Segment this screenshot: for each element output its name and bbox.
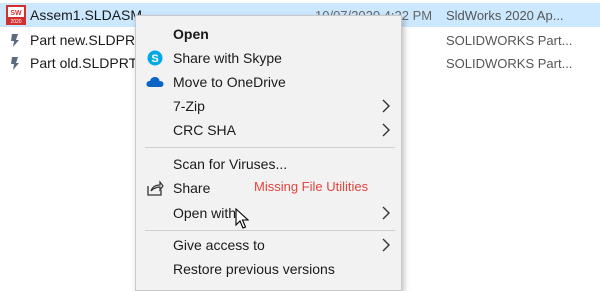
menu-item-label: Restore previous versions	[173, 261, 335, 277]
skype-icon: S	[146, 49, 164, 67]
menu-item-label: Give access to	[173, 237, 265, 253]
share-icon	[146, 179, 164, 197]
app-badge-line1: SW	[10, 10, 22, 17]
onedrive-icon	[146, 73, 164, 91]
file-type: SOLIDWORKS Part...	[446, 55, 573, 71]
chevron-right-icon	[381, 206, 391, 220]
file-name: Part new.SLDPRT	[30, 32, 144, 48]
chevron-right-icon	[381, 99, 391, 113]
mouse-cursor-icon	[235, 207, 250, 230]
menu-separator	[145, 230, 395, 231]
menu-item-restore-versions[interactable]: Restore previous versions	[136, 257, 401, 281]
menu-item-label: Scan for Viruses...	[173, 156, 288, 172]
file-name: Part old.SLDPRT	[30, 55, 138, 71]
menu-item-crc-sha[interactable]: CRC SHA	[136, 118, 401, 142]
solidworks-part-icon	[6, 30, 26, 50]
menu-item-label: Share	[173, 180, 211, 196]
file-type: SldWorks 2020 Ap...	[446, 7, 564, 23]
menu-item-7zip[interactable]: 7-Zip	[136, 94, 401, 118]
annotation-label: Missing File Utilities	[254, 179, 369, 194]
menu-item-label: Open	[173, 26, 209, 42]
chevron-right-icon	[381, 123, 391, 137]
menu-item-label: CRC SHA	[173, 122, 237, 138]
menu-item-open-with[interactable]: Open with	[136, 201, 401, 225]
menu-item-label: Share with Skype	[173, 50, 282, 66]
menu-item-move-onedrive[interactable]: Move to OneDrive	[136, 70, 401, 94]
menu-item-label: Move to OneDrive	[173, 74, 286, 90]
menu-separator	[145, 147, 395, 148]
menu-item-open[interactable]: Open	[136, 22, 401, 46]
app-badge-line2: 2020	[10, 19, 21, 25]
svg-text:S: S	[151, 53, 158, 65]
solidworks-assembly-icon: SW 2020	[6, 5, 26, 25]
menu-item-scan-viruses[interactable]: Scan for Viruses...	[136, 152, 401, 176]
file-name: Assem1.SLDASM	[30, 7, 143, 23]
chevron-right-icon	[381, 238, 391, 252]
menu-item-share-skype[interactable]: S Share with Skype	[136, 46, 401, 70]
context-menu: Open S Share with Skype Move to OneDrive…	[135, 15, 402, 291]
menu-item-label: 7-Zip	[173, 98, 205, 114]
file-type: SOLIDWORKS Part...	[446, 32, 573, 48]
menu-item-label: Open with	[173, 205, 237, 221]
menu-item-give-access[interactable]: Give access to	[136, 233, 401, 257]
solidworks-part-icon	[6, 53, 26, 73]
